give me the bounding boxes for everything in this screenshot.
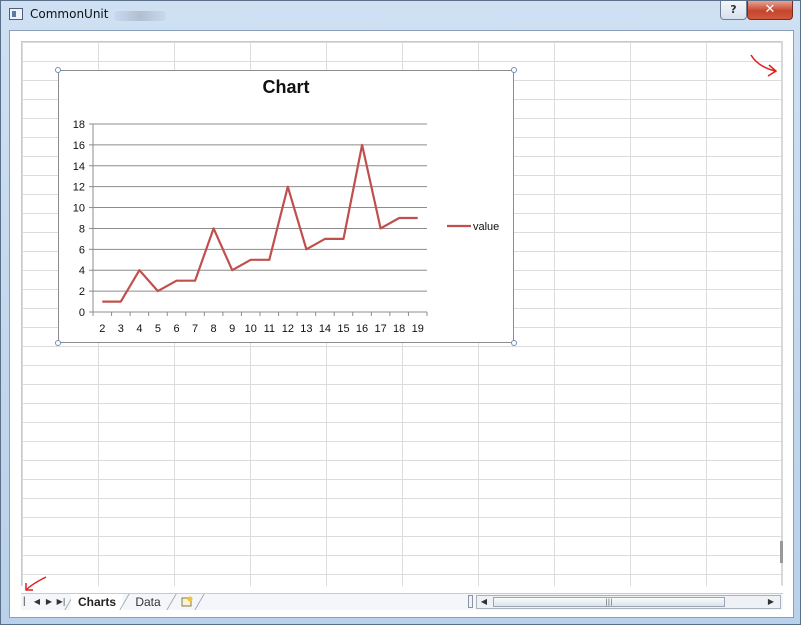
insert-sheet-icon[interactable] — [181, 596, 193, 607]
app-icon — [9, 8, 23, 20]
x-tick-label: 17 — [374, 323, 386, 335]
x-tick-label: 10 — [245, 323, 257, 335]
blurred-title-region — [114, 11, 166, 21]
x-tick-label: 8 — [211, 323, 217, 335]
spreadsheet-grid[interactable]: Chart 0 2 4 6 8 10 12 14 16 18 2 3 4 5 6 7 8 9 10 11 12 13 14 1… — [21, 41, 783, 586]
y-tick-label: 16 — [73, 140, 85, 152]
resize-handle-bottom-right[interactable] — [511, 340, 517, 346]
resize-handle-bottom-left[interactable] — [55, 340, 61, 346]
line-chart: 0246810121416182 3 4 5 6 7 8 9 10 11 12 13 14 15 16 17 1… — [73, 119, 500, 335]
x-tick-label: 15 — [337, 323, 349, 335]
resize-handle-top-right[interactable] — [511, 67, 517, 73]
chart-object[interactable]: Chart 0 2 4 6 8 10 12 14 16 18 2 3 4 5 6 7 8 9 10 11 12 13 14 1… — [58, 70, 514, 343]
x-tick-label: 4 — [136, 323, 142, 335]
horizontal-scroll-thumb[interactable]: ||| — [493, 597, 725, 607]
y-tick-label: 0 — [79, 307, 85, 319]
y-tick-label: 18 — [73, 119, 85, 131]
x-tick-label: 6 — [173, 323, 179, 335]
scroll-right-icon[interactable]: ▶ — [766, 597, 776, 607]
y-tick-label: 12 — [73, 182, 85, 194]
x-tick-label: 18 — [393, 323, 405, 335]
x-tick-label: 5 — [155, 323, 161, 335]
title-bar[interactable]: CommonUnit ? ✕ — [1, 1, 800, 29]
tab-separator — [194, 594, 205, 610]
app-window: CommonUnit ? ✕ Chart 0 2 4 6 8 10 12 14 16 18 2 3 4 5… — [0, 0, 801, 625]
y-tick-label: 10 — [73, 203, 85, 215]
window-title: CommonUnit — [30, 7, 109, 21]
vertical-scroll-grip[interactable] — [780, 541, 783, 563]
x-tick-label: 16 — [356, 323, 368, 335]
scroll-left-icon[interactable]: ◀ — [479, 597, 489, 607]
help-button[interactable]: ? — [720, 1, 747, 20]
x-tick-label: 19 — [412, 323, 424, 335]
vertical-scrollbar[interactable] — [781, 41, 783, 585]
x-tick-label: 2 — [99, 323, 105, 335]
next-sheet-icon[interactable]: ▶ — [43, 596, 55, 608]
legend-label: value — [473, 221, 499, 233]
y-tick-label: 2 — [79, 286, 85, 298]
series-line-value — [102, 143, 418, 303]
tab-data[interactable]: Data — [127, 594, 169, 610]
x-tick-label: 11 — [264, 323, 275, 335]
x-tick-label: 13 — [300, 323, 312, 335]
prev-sheet-icon[interactable]: ◀ — [31, 596, 43, 608]
red-arrow-annotation-right — [750, 54, 778, 77]
horizontal-scrollbar[interactable]: ◀ ||| ▶ — [476, 595, 781, 609]
x-tick-label: 12 — [282, 323, 294, 335]
x-tick-label: 3 — [118, 323, 124, 335]
x-tick-label: 9 — [229, 323, 235, 335]
y-tick-label: 14 — [73, 161, 85, 173]
tab-scroll-splitter[interactable] — [468, 595, 473, 608]
tab-charts[interactable]: Charts — [71, 594, 123, 610]
y-tick-label: 8 — [79, 223, 85, 235]
resize-handle-top-left[interactable] — [55, 67, 61, 73]
workbook-area: Chart 0 2 4 6 8 10 12 14 16 18 2 3 4 5 6 7 8 9 10 11 12 13 14 1… — [9, 30, 794, 618]
x-tick-label: 7 — [192, 323, 198, 335]
close-button[interactable]: ✕ — [747, 1, 793, 20]
sheet-tab-bar: ▏ ◀ ▶ ▶| Charts Data ◀ ||| ▶ — [21, 593, 783, 610]
y-tick-label: 4 — [79, 265, 85, 277]
y-tick-label: 6 — [79, 244, 85, 256]
x-tick-label: 14 — [319, 323, 331, 335]
